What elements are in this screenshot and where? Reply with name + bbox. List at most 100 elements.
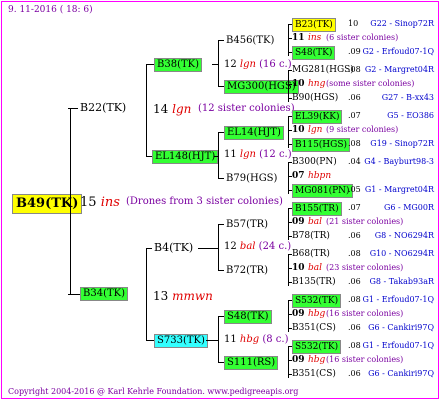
ancestor-id[interactable]: B78(TR) bbox=[292, 230, 330, 242]
connector bbox=[70, 108, 71, 294]
ancestor-ref: G8 - NO6294R bbox=[374, 231, 434, 240]
b4-num: 12 bbox=[224, 241, 237, 252]
ancestor-mark: bal bbox=[308, 217, 323, 227]
connector bbox=[198, 248, 218, 249]
ancestor-ref: G1 - Erfoud07-1Q bbox=[362, 295, 434, 304]
connector bbox=[214, 156, 218, 157]
ancestor-year: .08 bbox=[348, 295, 361, 304]
ancestor-ref: G22 - Sinop72R bbox=[370, 19, 434, 28]
s733-number: 11 hbg (8 c.) bbox=[224, 334, 288, 346]
ancestor-note: (6 sister colonies) bbox=[326, 33, 399, 42]
el148-note: (12 c.) bbox=[259, 149, 292, 160]
b22-label[interactable]: B22(TK) bbox=[80, 102, 126, 114]
connector bbox=[218, 270, 224, 271]
b38-label[interactable]: B38(TK) bbox=[154, 58, 203, 72]
ancestor-note: (9 sister colonies) bbox=[326, 125, 399, 134]
ancestor-note: (16 sister colonies) bbox=[326, 309, 404, 318]
ancestor-id[interactable]: S532(TK) bbox=[292, 294, 342, 308]
pedigree-frame: 9. 11-2016 ( 18: 6) Copyright 2004-2016 … bbox=[1, 1, 439, 399]
b34-label[interactable]: B34(TK) bbox=[80, 287, 129, 301]
root-note: (Drones from 3 sister colonies) bbox=[126, 196, 283, 207]
ancestor-id[interactable]: EL39(KK) bbox=[292, 110, 343, 124]
b34-mark: mmwn bbox=[172, 289, 213, 303]
connector bbox=[206, 340, 218, 341]
b4-note: (24 c.) bbox=[258, 241, 292, 252]
ancestor-id[interactable]: B68(TR) bbox=[292, 248, 330, 260]
ancestor-mark: hbg bbox=[308, 309, 326, 319]
ancestor-id[interactable]: B115(HGS) bbox=[292, 138, 351, 152]
s733-note: (8 c.) bbox=[262, 334, 289, 345]
ancestor-ref: G6 - Cankiri97Q bbox=[368, 323, 434, 332]
b4-number: 12 bal (24 c.) bbox=[224, 241, 291, 253]
ancestor-ref: G6 - MG00R bbox=[383, 203, 434, 212]
ancestor-id[interactable]: B351(CS) bbox=[292, 368, 336, 380]
ancestor-ref: G27 - B-xx43 bbox=[381, 93, 434, 102]
connector bbox=[146, 64, 154, 65]
ancestor-count: 09 bbox=[292, 355, 305, 365]
el148-num: 11 bbox=[224, 149, 237, 160]
b72-label[interactable]: B72(TR) bbox=[226, 265, 268, 277]
b4-label[interactable]: B4(TK) bbox=[154, 242, 193, 254]
el148-label[interactable]: EL148(HJT) bbox=[152, 150, 219, 164]
ancestor-id[interactable]: MG281(HGS) bbox=[292, 64, 354, 76]
el148-number: 11 lgn (12 c.) bbox=[224, 149, 292, 161]
b34-num: 13 bbox=[153, 289, 169, 303]
b38-note: (16 c.) bbox=[259, 59, 292, 70]
ancestor-id[interactable]: S48(TK) bbox=[292, 46, 336, 60]
connector bbox=[218, 224, 224, 225]
b57-label[interactable]: B57(TR) bbox=[226, 219, 268, 231]
ancestor-year: .06 bbox=[348, 277, 361, 286]
ancestor-id[interactable]: B300(PN) bbox=[292, 156, 337, 168]
ancestor-year: .06 bbox=[348, 323, 361, 332]
root-mark: ins bbox=[100, 195, 120, 210]
ancestor-ref: G6 - Cankiri97Q bbox=[368, 369, 434, 378]
ancestor-ref: G8 - Takab93aR bbox=[369, 277, 434, 286]
ancestor-count: 07 bbox=[292, 171, 305, 181]
ancestor-mark: hbg bbox=[308, 355, 326, 365]
el14-label[interactable]: EL14(HJT) bbox=[224, 126, 284, 140]
ancestor-ref: G1 - Erfoud07-1Q bbox=[362, 341, 434, 350]
ancestor-year: .08 bbox=[348, 341, 361, 350]
ancestor-ref: G1 - Margret04R bbox=[364, 185, 434, 194]
ancestor-id[interactable]: B23(TK) bbox=[292, 18, 336, 32]
connector bbox=[218, 178, 224, 179]
b79-label[interactable]: B79(HGS) bbox=[226, 173, 277, 185]
s733-label[interactable]: S733(TK) bbox=[154, 334, 208, 348]
ancestor-mark: ins bbox=[308, 33, 322, 43]
ancestor-id[interactable]: B135(TR) bbox=[292, 276, 336, 288]
connector bbox=[218, 40, 224, 41]
ancestor-ref: G10 - NO6294R bbox=[369, 249, 434, 258]
date-stamp: 9. 11-2016 ( 18: 6) bbox=[8, 5, 93, 15]
b456-label[interactable]: B456(TK) bbox=[226, 35, 274, 47]
ancestor-count: 09 bbox=[292, 217, 305, 227]
ancestor-year: .04 bbox=[348, 157, 361, 166]
connector bbox=[146, 248, 152, 249]
ancestor-count: 10 bbox=[292, 125, 305, 135]
connector bbox=[218, 132, 219, 178]
ancestor-id[interactable]: B155(TR) bbox=[292, 202, 342, 216]
ancestor-id[interactable]: MG081(PN) bbox=[292, 184, 353, 198]
ancestor-id[interactable]: B351(CS) bbox=[292, 322, 336, 334]
root-queen[interactable]: B49(TK) bbox=[12, 194, 83, 214]
ancestor-year: .06 bbox=[348, 369, 361, 378]
b34-number: 13 mmwn bbox=[153, 289, 213, 303]
s111-label[interactable]: S111(RS) bbox=[224, 356, 279, 370]
s48-label[interactable]: S48(TK) bbox=[224, 310, 272, 324]
ancestor-count: 10 bbox=[292, 79, 305, 89]
connector bbox=[68, 108, 78, 109]
root-num: 15 bbox=[80, 195, 97, 210]
ancestor-ref: G4 - Bayburt98-3 bbox=[364, 157, 434, 166]
ancestor-note: (some sister colonies) bbox=[326, 79, 415, 88]
ancestor-id[interactable]: S532(TK) bbox=[292, 340, 342, 354]
connector bbox=[68, 294, 80, 295]
b4-mark: bal bbox=[239, 241, 256, 252]
ancestor-year: .07 bbox=[348, 111, 361, 120]
ancestor-id[interactable]: B90(HGS) bbox=[292, 92, 338, 104]
connector bbox=[218, 40, 219, 86]
s733-num: 11 bbox=[224, 334, 237, 345]
ancestor-year: .09 bbox=[348, 47, 361, 56]
b22-mark: lgn bbox=[172, 102, 192, 116]
connector bbox=[146, 248, 147, 340]
ancestor-count: 10 bbox=[292, 263, 305, 273]
ancestor-year: 10 bbox=[348, 19, 359, 28]
